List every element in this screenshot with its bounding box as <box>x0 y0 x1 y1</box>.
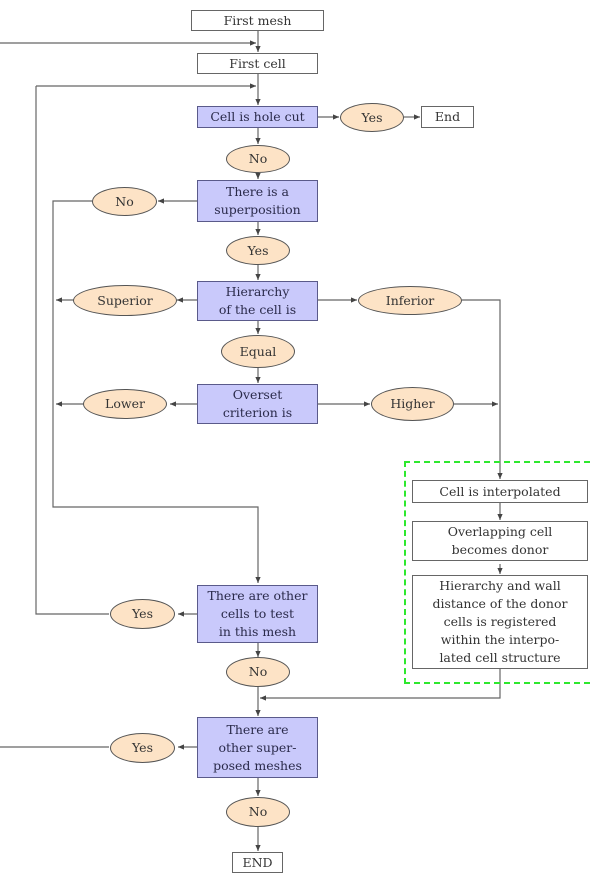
other-cells-no-answer: No <box>226 657 290 687</box>
edge-inferior-collector <box>462 299 503 479</box>
superposition-yes-answer: Yes <box>226 236 290 265</box>
lower-answer: Lower <box>83 389 167 419</box>
equal-answer: Equal <box>221 335 295 368</box>
end-bottom-node: END <box>232 852 283 873</box>
hole-cut-yes-answer: Yes <box>340 103 404 132</box>
donor-node: Overlapping cell becomes donor <box>412 521 588 561</box>
registered-node: Hierarchy and wall distance of the donor… <box>412 575 588 669</box>
first-mesh-node: First mesh <box>191 10 324 31</box>
other-meshes-yes-answer: Yes <box>110 733 175 763</box>
other-cells-decision: There are other cells to test in this me… <box>197 585 318 643</box>
first-cell-node: First cell <box>197 53 318 74</box>
hierarchy-decision: Hierarchy of the cell is <box>197 281 318 321</box>
other-meshes-no-answer: No <box>226 797 290 827</box>
hole-cut-no-answer: No <box>226 145 290 173</box>
superposition-decision: There is a superposition <box>197 180 318 222</box>
end-top-node: End <box>421 106 474 128</box>
edge-cells-yes-loop <box>35 86 109 615</box>
superposition-no-answer: No <box>92 187 157 216</box>
superior-answer: Superior <box>73 285 177 316</box>
higher-answer: Higher <box>371 387 454 421</box>
other-cells-yes-answer: Yes <box>110 599 175 629</box>
overset-decision: Overset criterion is <box>197 384 318 424</box>
interpolated-node: Cell is interpolated <box>412 480 588 503</box>
inferior-answer: Inferior <box>358 286 462 315</box>
other-meshes-decision: There are other super- posed meshes <box>197 717 318 778</box>
hole-cut-decision: Cell is hole cut <box>197 106 318 128</box>
